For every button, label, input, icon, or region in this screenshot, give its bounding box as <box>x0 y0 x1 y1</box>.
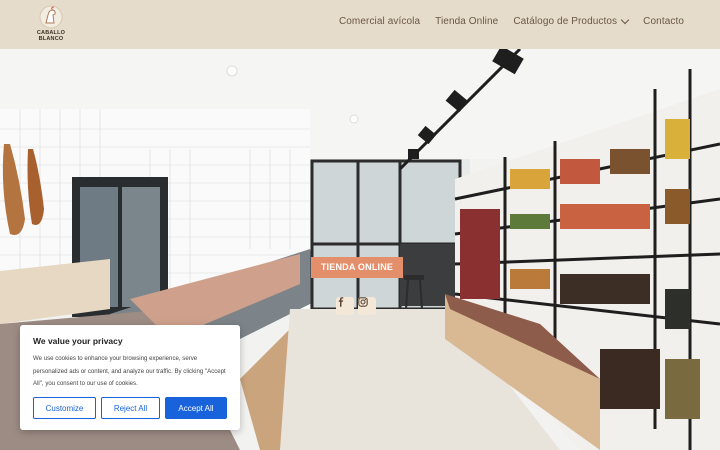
tienda-online-cta-button[interactable]: TIENDA ONLINE <box>311 257 403 278</box>
horse-logo-icon <box>39 5 63 29</box>
main-nav: Comercial avícola Tienda Online Catálogo… <box>339 15 684 27</box>
nav-item-catalogo[interactable]: Catálogo de Productos <box>513 15 630 27</box>
nav-item-comercial-avicola[interactable]: Comercial avícola <box>339 16 420 27</box>
cookie-accept-all-button[interactable]: Accept All <box>165 397 227 419</box>
nav-item-tienda-online[interactable]: Tienda Online <box>435 16 498 27</box>
nav-item-catalogo-label: Catálogo de Productos <box>513 16 618 27</box>
cookie-customize-button[interactable]: Customize <box>33 397 96 419</box>
site-header: CABALLO BLANCO Comercial avícola Tienda … <box>0 0 720 49</box>
cookie-reject-all-button[interactable]: Reject All <box>101 397 160 419</box>
instagram-link[interactable] <box>358 297 376 315</box>
cookie-description: We use cookies to enhance your browsing … <box>33 355 226 387</box>
cookie-actions: Customize Reject All Accept All <box>33 397 227 419</box>
instagram-icon <box>358 297 368 307</box>
brand-logo[interactable]: CABALLO BLANCO <box>32 4 70 46</box>
hero-section: TIENDA ONLINE We value your privacy We u… <box>0 49 720 450</box>
facebook-link[interactable] <box>336 297 354 315</box>
cookie-title: We value your privacy <box>33 336 123 346</box>
nav-item-contacto[interactable]: Contacto <box>643 16 684 27</box>
chevron-down-icon <box>620 15 630 24</box>
brand-name-line2: BLANCO <box>38 36 64 42</box>
facebook-icon <box>338 297 344 307</box>
cookie-consent-banner: We value your privacy We use cookies to … <box>20 325 240 430</box>
